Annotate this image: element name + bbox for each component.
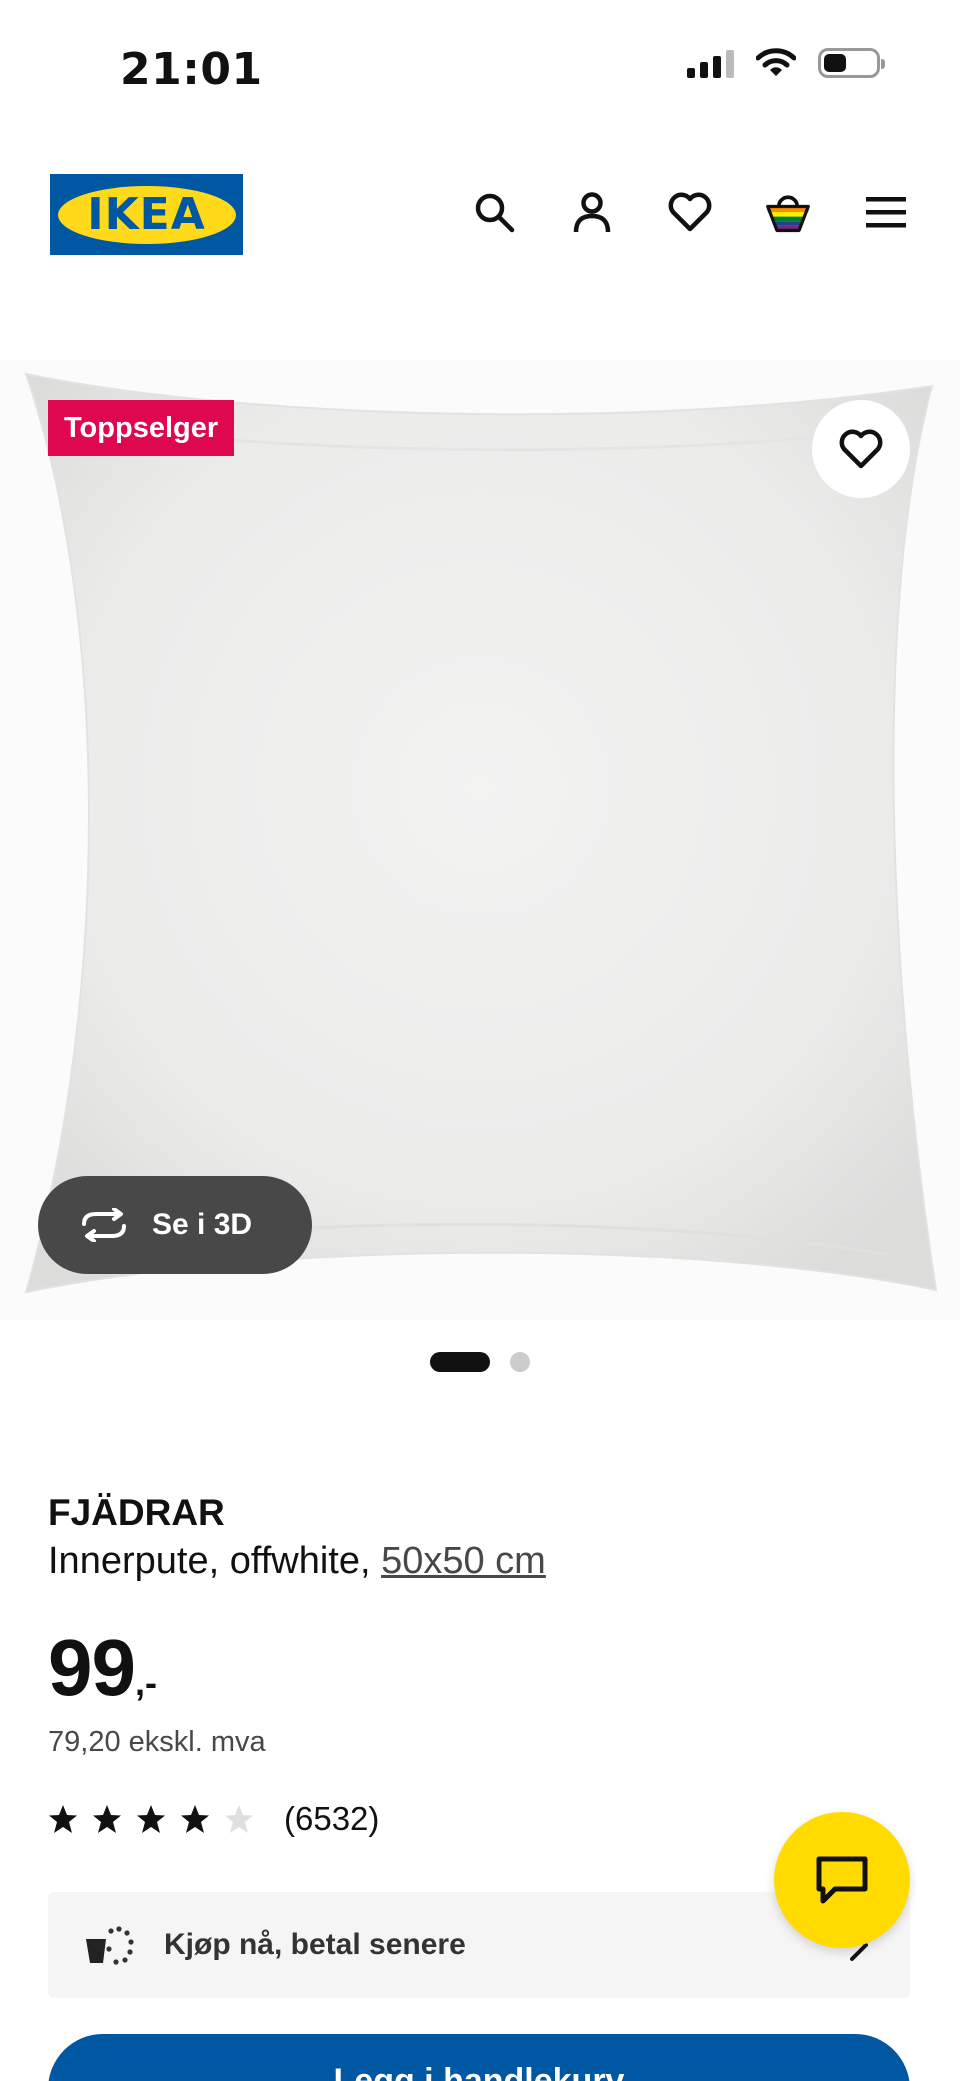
price-suffix: ,- xyxy=(134,1662,157,1703)
favourites-icon[interactable] xyxy=(666,188,714,236)
heart-icon xyxy=(839,429,883,469)
review-count[interactable]: (6532) xyxy=(284,1800,379,1838)
price-main: 99 xyxy=(48,1623,136,1712)
ikea-logo[interactable]: IKEA xyxy=(50,174,243,255)
product-type: Innerpute, offwhite, xyxy=(48,1540,371,1582)
account-icon[interactable] xyxy=(568,188,616,236)
add-to-cart-label: Legg i handlekurv xyxy=(333,2062,625,2081)
header-nav xyxy=(470,188,910,236)
star-filled-icon xyxy=(49,1805,77,1833)
carousel-dot[interactable] xyxy=(510,1352,530,1372)
carousel-dot-active[interactable] xyxy=(430,1352,490,1372)
cellular-signal-icon xyxy=(687,48,734,78)
rotate-3d-icon xyxy=(82,1208,126,1242)
add-to-favourites-button[interactable] xyxy=(812,400,910,498)
product-price: 99 ,- xyxy=(48,1622,157,1714)
star-filled-icon xyxy=(181,1805,209,1833)
product-description: Innerpute, offwhite, 50x50 cm xyxy=(48,1540,546,1583)
top-seller-badge: Toppselger xyxy=(48,400,235,456)
product-name: FJÄDRAR xyxy=(48,1492,225,1533)
price-excl-vat: 79,20 ekskl. mva xyxy=(48,1726,266,1758)
status-bar: 21:01 xyxy=(0,0,960,140)
rating-stars xyxy=(48,1804,254,1834)
status-time: 21:01 xyxy=(120,44,263,95)
add-to-cart-button[interactable]: Legg i handlekurv xyxy=(48,2034,910,2081)
site-header: IKEA xyxy=(0,160,960,270)
chat-bubble-icon xyxy=(816,1856,868,1904)
star-empty-icon xyxy=(225,1805,253,1833)
menu-icon[interactable] xyxy=(862,188,910,236)
view-3d-button[interactable]: Se i 3D xyxy=(38,1176,312,1274)
status-icons xyxy=(687,48,885,78)
image-carousel-dots xyxy=(430,1352,530,1372)
logo-text: IKEA xyxy=(87,189,206,240)
product-size-link[interactable]: 50x50 cm xyxy=(381,1540,546,1582)
bnpl-label: Kjøp nå, betal senere xyxy=(164,1928,466,1961)
view-3d-label: Se i 3D xyxy=(152,1208,253,1241)
product-rating[interactable]: (6532) xyxy=(48,1800,379,1838)
payment-basket-icon xyxy=(86,1926,134,1965)
star-filled-icon xyxy=(93,1805,121,1833)
search-icon[interactable] xyxy=(470,188,518,236)
shopping-cart-icon[interactable] xyxy=(764,188,812,236)
star-filled-icon xyxy=(137,1805,165,1833)
chat-button[interactable] xyxy=(774,1812,910,1948)
battery-icon xyxy=(818,48,885,78)
wifi-icon xyxy=(756,48,796,76)
